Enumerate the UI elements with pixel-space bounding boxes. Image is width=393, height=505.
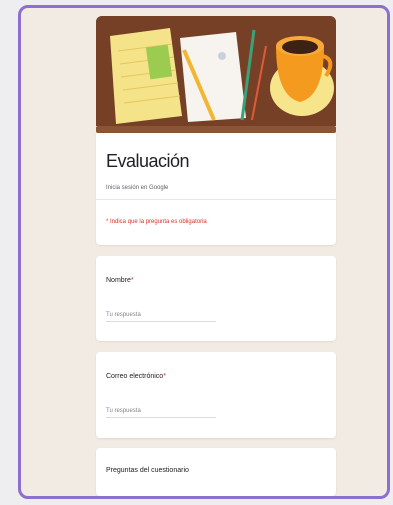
form-accent-bar <box>96 126 336 133</box>
account-sign-in-link[interactable]: Inicia sesión en Google <box>106 185 168 191</box>
required-note: * Indica que la pregunta es obligatoria <box>106 219 207 225</box>
required-asterisk: * <box>130 277 134 284</box>
notepad-icon <box>110 28 182 124</box>
name-input[interactable]: Tu respuesta <box>106 312 216 322</box>
form-title: Evaluación <box>106 151 190 171</box>
form-header-card: Evaluación Inicia sesión en Google * Ind… <box>96 133 336 245</box>
email-input[interactable]: Tu respuesta <box>106 408 216 418</box>
header-divider <box>96 199 336 200</box>
device-frame: Evaluación Inicia sesión en Google * Ind… <box>18 5 390 499</box>
question-card-name: Nombre* Tu respuesta <box>96 256 336 341</box>
question-label: Nombre* <box>106 277 134 284</box>
section-card-questions: Preguntas del cuestionario <box>96 448 336 496</box>
question-card-email: Correo electrónico* Tu respuesta <box>96 352 336 438</box>
section-title: Preguntas del cuestionario <box>106 467 189 474</box>
header-banner <box>96 16 336 126</box>
question-label: Correo electrónico* <box>106 373 166 380</box>
required-asterisk: * <box>163 373 166 380</box>
